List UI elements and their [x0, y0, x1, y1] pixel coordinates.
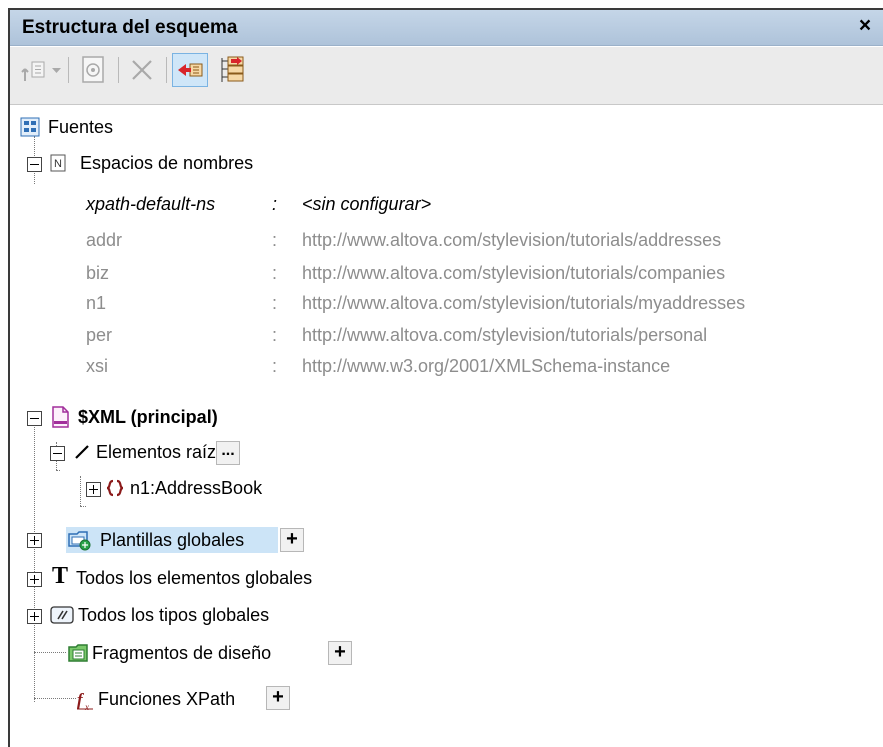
t-type-icon: T: [52, 563, 69, 589]
schema-tree-panel: Estructura del esquema × Fuentes N Espac…: [8, 8, 883, 747]
schema-list-icon[interactable]: [218, 55, 248, 85]
expand-toggle-global-types[interactable]: [27, 609, 42, 624]
tree-guide-line: [80, 476, 81, 506]
tree-label-xpath-functions: Funciones XPath: [98, 689, 236, 709]
tree-item-xpath-functions[interactable]: f x Funciones XPath: [76, 686, 276, 712]
tree-label-global-types: Todos los tipos globales: [78, 605, 270, 625]
svg-text:x: x: [84, 702, 89, 712]
tree-label-fuentes: Fuentes: [48, 117, 114, 137]
settings-icon[interactable]: [80, 55, 108, 85]
add-element-icon[interactable]: [20, 59, 48, 83]
tree-label-namespaces: Espacios de nombres: [80, 153, 254, 173]
tree-label-global-templates: Plantillas globales: [100, 530, 245, 550]
namespace-uri: http://www.w3.org/2001/XMLSchema-instanc…: [302, 356, 671, 376]
global-templates-icon: [68, 531, 91, 551]
namespace-n-icon: N: [50, 154, 66, 172]
namespace-separator: :: [272, 230, 278, 250]
add-xpath-function-button[interactable]: +: [266, 686, 290, 710]
tree-item-global-templates[interactable]: Plantillas globales: [66, 527, 278, 553]
expand-toggle-addressbook[interactable]: [86, 482, 101, 497]
tree-item-design-fragments[interactable]: Fragmentos de diseño: [68, 640, 328, 666]
namespace-prefix: xpath-default-ns: [86, 194, 216, 214]
tree-label-xml-source: $XML (principal): [78, 407, 218, 427]
namespace-separator: :: [272, 325, 278, 345]
slash-icon: [75, 445, 89, 459]
dropdown-arrow-icon[interactable]: [52, 68, 61, 74]
namespace-uri: http://www.altova.com/stylevision/tutori…: [302, 325, 708, 345]
tree-guide-line: [56, 470, 60, 471]
toolbar: [10, 47, 883, 105]
root-elements-more-button[interactable]: ...: [216, 441, 240, 465]
expand-toggle-global-templates[interactable]: [27, 533, 42, 548]
tree-label-design-fragments: Fragmentos de diseño: [92, 643, 272, 663]
schema-tree: Fuentes N Espacios de nombres xpath-defa…: [10, 106, 883, 747]
tree-guide-line: [34, 652, 66, 653]
collapse-red-arrow-icon[interactable]: [176, 57, 206, 83]
tree-item-fuentes[interactable]: Fuentes: [20, 114, 220, 140]
svg-text:f: f: [77, 690, 85, 709]
add-global-template-button[interactable]: +: [280, 528, 304, 552]
global-types-icon: [50, 606, 74, 624]
namespace-separator: :: [272, 263, 278, 283]
tree-item-xml-source[interactable]: $XML (principal): [50, 404, 350, 430]
tree-label-addressbook: n1:AddressBook: [130, 478, 263, 498]
collapse-toggle-root-elements[interactable]: [50, 446, 65, 461]
namespace-prefix: n1: [86, 293, 107, 313]
collapse-toggle-namespaces[interactable]: [27, 157, 42, 172]
namespace-separator: :: [272, 293, 278, 313]
namespace-separator: :: [272, 194, 278, 214]
sources-icon: [20, 117, 40, 137]
namespace-prefix: per: [86, 325, 113, 345]
namespace-prefix: biz: [86, 263, 110, 283]
tree-label-global-elements: Todos los elementos globales: [76, 568, 313, 588]
close-icon[interactable]: ×: [855, 15, 875, 37]
namespace-separator: :: [272, 356, 278, 376]
tree-label-root-elements: Elementos raíz: [96, 442, 217, 462]
tree-guide-line: [80, 506, 86, 507]
element-braces-icon: [106, 479, 124, 497]
tree-item-addressbook[interactable]: n1:AddressBook: [104, 475, 344, 501]
xpath-function-icon: f x: [77, 690, 93, 712]
namespace-uri: http://www.altova.com/stylevision/tutori…: [302, 263, 726, 283]
xml-file-icon: [52, 406, 69, 428]
tree-item-namespaces[interactable]: N Espacios de nombres: [50, 150, 350, 176]
delete-icon[interactable]: [128, 57, 156, 83]
design-fragments-icon: [68, 644, 88, 662]
namespace-prefix: addr: [86, 230, 123, 250]
namespace-value: <sin configurar>: [302, 194, 432, 214]
tree-item-global-types[interactable]: Todos los tipos globales: [50, 602, 350, 628]
panel-titlebar: Estructura del esquema ×: [10, 10, 883, 46]
tree-item-global-elements[interactable]: T Todos los elementos globales: [50, 563, 390, 591]
tree-guide-line: [34, 698, 76, 699]
svg-text:N: N: [54, 158, 62, 170]
tree-item-root-elements[interactable]: Elementos raíz: [72, 439, 312, 465]
expand-toggle-global-elements[interactable]: [27, 572, 42, 587]
collapse-toggle-xml[interactable]: [27, 411, 42, 426]
panel-title: Estructura del esquema: [22, 17, 238, 38]
tree-guide-line: [34, 416, 35, 702]
namespace-uri: http://www.altova.com/stylevision/tutori…: [302, 230, 722, 250]
namespace-prefix: xsi: [86, 356, 108, 376]
namespace-uri: http://www.altova.com/stylevision/tutori…: [302, 293, 746, 313]
add-design-fragment-button[interactable]: +: [328, 641, 352, 665]
